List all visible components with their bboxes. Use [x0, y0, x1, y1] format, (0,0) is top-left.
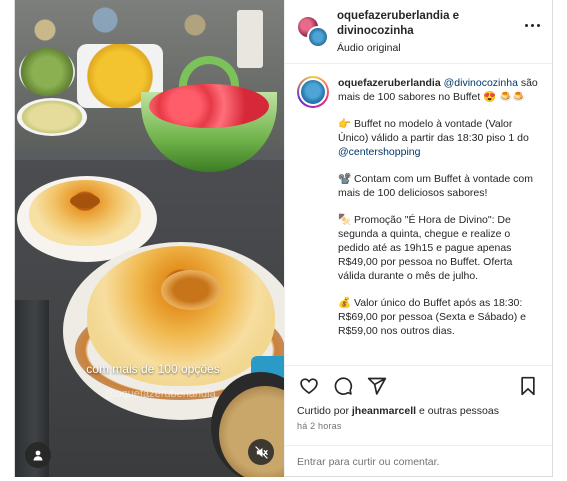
back-flan-center [70, 194, 100, 208]
camera-emoji: 📽️ [338, 173, 352, 185]
post-timestamp[interactable]: há 2 horas [285, 417, 552, 431]
mute-icon [254, 445, 268, 459]
caption-text: oquefazeruberlandia @divinocozinha são m… [338, 76, 538, 365]
liked-prefix: Curtido por [297, 405, 349, 417]
post-sidebar: oquefazeruberlandia e divinocozinha Áudi… [284, 0, 552, 477]
video-watermark: @oquefazeruberlandia [104, 388, 216, 400]
dot [531, 24, 534, 27]
salad-bowl [19, 48, 75, 96]
likes-summary[interactable]: Curtido por jheanmarcell e outras pessoa… [285, 405, 552, 417]
share-icon [367, 377, 387, 395]
mention-link[interactable]: @divinocozinha [444, 77, 518, 89]
user-tag-icon [33, 450, 43, 461]
login-link[interactable]: Entrar [297, 456, 326, 468]
watermelon-cubes [149, 84, 269, 128]
liked-user-link[interactable]: jheanmarcell [352, 405, 416, 417]
skewer-emoji: 🍢 [338, 214, 352, 226]
instagram-post: com mais de 100 opções @oquefazeruberlan… [14, 0, 553, 477]
mention-link[interactable]: @centershopping [338, 146, 420, 158]
caption-paragraph: 📽️ Contam com um Buffet à vontade com ma… [338, 172, 538, 200]
caption-username[interactable]: oquefazeruberlandia [338, 77, 441, 89]
liked-suffix: e outras pessoas [419, 405, 499, 417]
comment-prompt: Entrar para curtir ou comentar. [285, 445, 552, 477]
more-horizontal-icon[interactable] [525, 24, 540, 27]
header-text: oquefazeruberlandia e divinocozinha Áudi… [337, 9, 542, 54]
audio-label[interactable]: Áudio original [337, 42, 542, 54]
post-header: oquefazeruberlandia e divinocozinha Áudi… [285, 0, 552, 64]
like-button[interactable] [297, 374, 321, 398]
fruit-plate [17, 98, 87, 136]
save-button[interactable] [516, 374, 540, 398]
bookmark-icon [521, 376, 535, 395]
back-flan [29, 180, 141, 246]
collab-avatars[interactable] [297, 15, 329, 48]
comment-prompt-text: para curtir ou comentar. [328, 455, 440, 468]
caption-emoji: 🍮🍮 [499, 91, 526, 103]
pointing-hand-emoji: 👉 [338, 118, 352, 130]
post-video[interactable]: com mais de 100 opções @oquefazeruberlan… [15, 0, 284, 477]
dot [525, 24, 528, 27]
caption-paragraph-text: Contam com um Buffet à vontade com mais … [338, 173, 533, 199]
action-bar [285, 365, 552, 405]
caption-paragraph: 💰 Valor único do Buffet após as 18:30: R… [338, 296, 538, 338]
connector-text: e [452, 10, 460, 22]
caption-paragraph-text: Promoção "É Hora de Divino": De segunda … [338, 214, 513, 282]
caption-avatar[interactable] [297, 76, 329, 108]
watermelon-basket [135, 56, 283, 172]
heart-icon [300, 377, 318, 394]
avatar [299, 78, 327, 106]
share-button[interactable] [365, 374, 389, 398]
account-link-primary[interactable]: oquefazeruberlandia [337, 10, 449, 22]
collab-names: oquefazeruberlandia e divinocozinha [337, 9, 542, 39]
mute-button[interactable] [248, 439, 274, 465]
caption-paragraph-text: Buffet no modelo à vontade (Valor Único)… [338, 118, 529, 144]
account-link-secondary[interactable]: divinocozinha [337, 25, 414, 37]
caption-paragraph-text: Valor único do Buffet após as 18:30: R$6… [338, 297, 526, 337]
caption-intro: oquefazeruberlandia @divinocozinha são m… [338, 76, 538, 104]
caption-area: oquefazeruberlandia @divinocozinha são m… [285, 64, 552, 365]
comment-button[interactable] [331, 374, 355, 398]
front-flan-center [161, 270, 221, 310]
money-bag-emoji: 💰 [338, 297, 352, 309]
dot [537, 24, 540, 27]
user-tag-button[interactable] [25, 442, 51, 468]
comment-icon [334, 376, 353, 395]
video-overlay-caption: com mais de 100 opções [86, 362, 220, 376]
avatar [307, 25, 329, 48]
caption-paragraph: 👉 Buffet no modelo à vontade (Valor Únic… [338, 117, 538, 159]
caption-paragraph: 🍢 Promoção "É Hora de Divino": De segund… [338, 213, 538, 283]
